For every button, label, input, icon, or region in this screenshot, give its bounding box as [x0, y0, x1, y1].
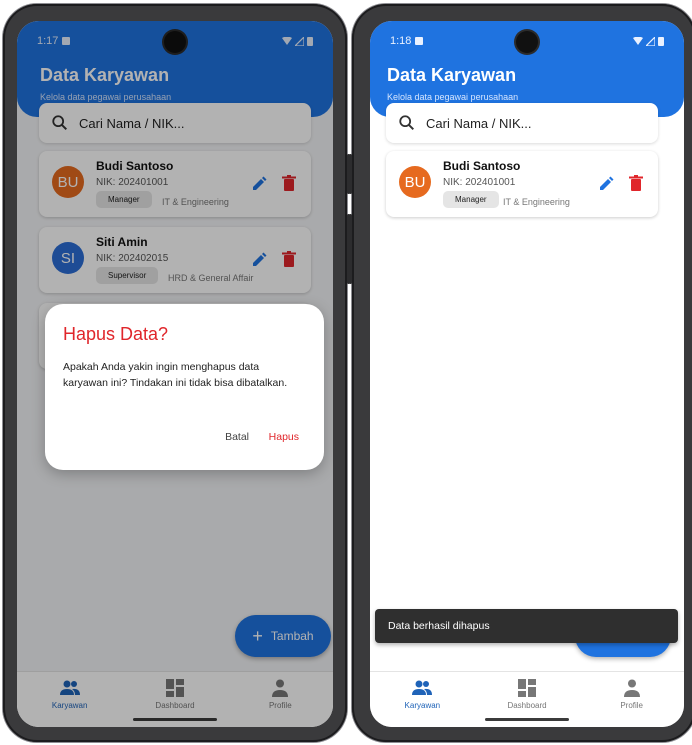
search-icon	[399, 115, 415, 131]
page-subtitle: Kelola data pegawai perusahaan	[387, 92, 519, 102]
battery-icon	[658, 37, 664, 46]
person-icon	[623, 679, 640, 697]
avatar: BU	[399, 166, 431, 198]
nav-label: Dashboard	[507, 701, 547, 710]
confirm-delete-button[interactable]: Hapus	[269, 431, 299, 443]
employee-card[interactable]: BU Budi Santoso NIK: 202401001 Manager I…	[386, 151, 658, 217]
camera-cutout	[516, 31, 538, 53]
cancel-button[interactable]: Batal	[225, 431, 249, 443]
nav-item-profile[interactable]: Profile	[579, 672, 684, 727]
wifi-icon	[633, 36, 643, 45]
role-chip: Manager	[443, 191, 499, 208]
employee-nik: NIK: 202401001	[443, 177, 516, 188]
employee-name: Budi Santoso	[443, 159, 521, 173]
phone-frame-right: 1:18 Data Karyawan Kelola data pegawai p…	[349, 4, 692, 742]
notification-icon	[415, 37, 424, 45]
phone-frame-left: 1:17 Data Karyawan Kelola data pegawai p…	[3, 4, 350, 742]
dashboard-icon	[518, 679, 536, 697]
status-time: 1:18	[390, 35, 412, 47]
status-icons	[633, 36, 664, 46]
dialog-title: Hapus Data?	[63, 324, 169, 344]
search-placeholder: Cari Nama / NIK...	[426, 115, 532, 131]
people-icon	[412, 680, 433, 695]
volume-button	[349, 214, 352, 284]
bottom-navigation: Karyawan Dashboard Profile	[370, 671, 684, 727]
power-button	[349, 154, 352, 194]
nav-item-karyawan[interactable]: Karyawan	[370, 672, 475, 727]
nav-label: Profile	[620, 701, 644, 710]
screen-left: 1:17 Data Karyawan Kelola data pegawai p…	[17, 21, 333, 727]
snackbar: Data berhasil dihapus	[375, 609, 678, 643]
edit-icon[interactable]	[598, 176, 614, 192]
employee-dept: IT & Engineering	[503, 197, 570, 207]
home-indicator[interactable]	[485, 718, 569, 721]
delete-icon[interactable]	[629, 175, 643, 191]
delete-confirm-dialog: Hapus Data? Apakah Anda yakin ingin meng…	[45, 304, 324, 470]
signal-icon	[646, 36, 655, 46]
screen-right: 1:18 Data Karyawan Kelola data pegawai p…	[370, 21, 684, 727]
search-input[interactable]: Cari Nama / NIK...	[386, 103, 658, 143]
screenshot-stage: 1:17 Data Karyawan Kelola data pegawai p…	[0, 0, 692, 745]
dialog-message: Apakah Anda yakin ingin menghapus data k…	[63, 361, 288, 389]
snackbar-message: Data berhasil dihapus	[388, 620, 490, 632]
page-title: Data Karyawan	[387, 65, 517, 85]
nav-label: Karyawan	[404, 701, 441, 710]
